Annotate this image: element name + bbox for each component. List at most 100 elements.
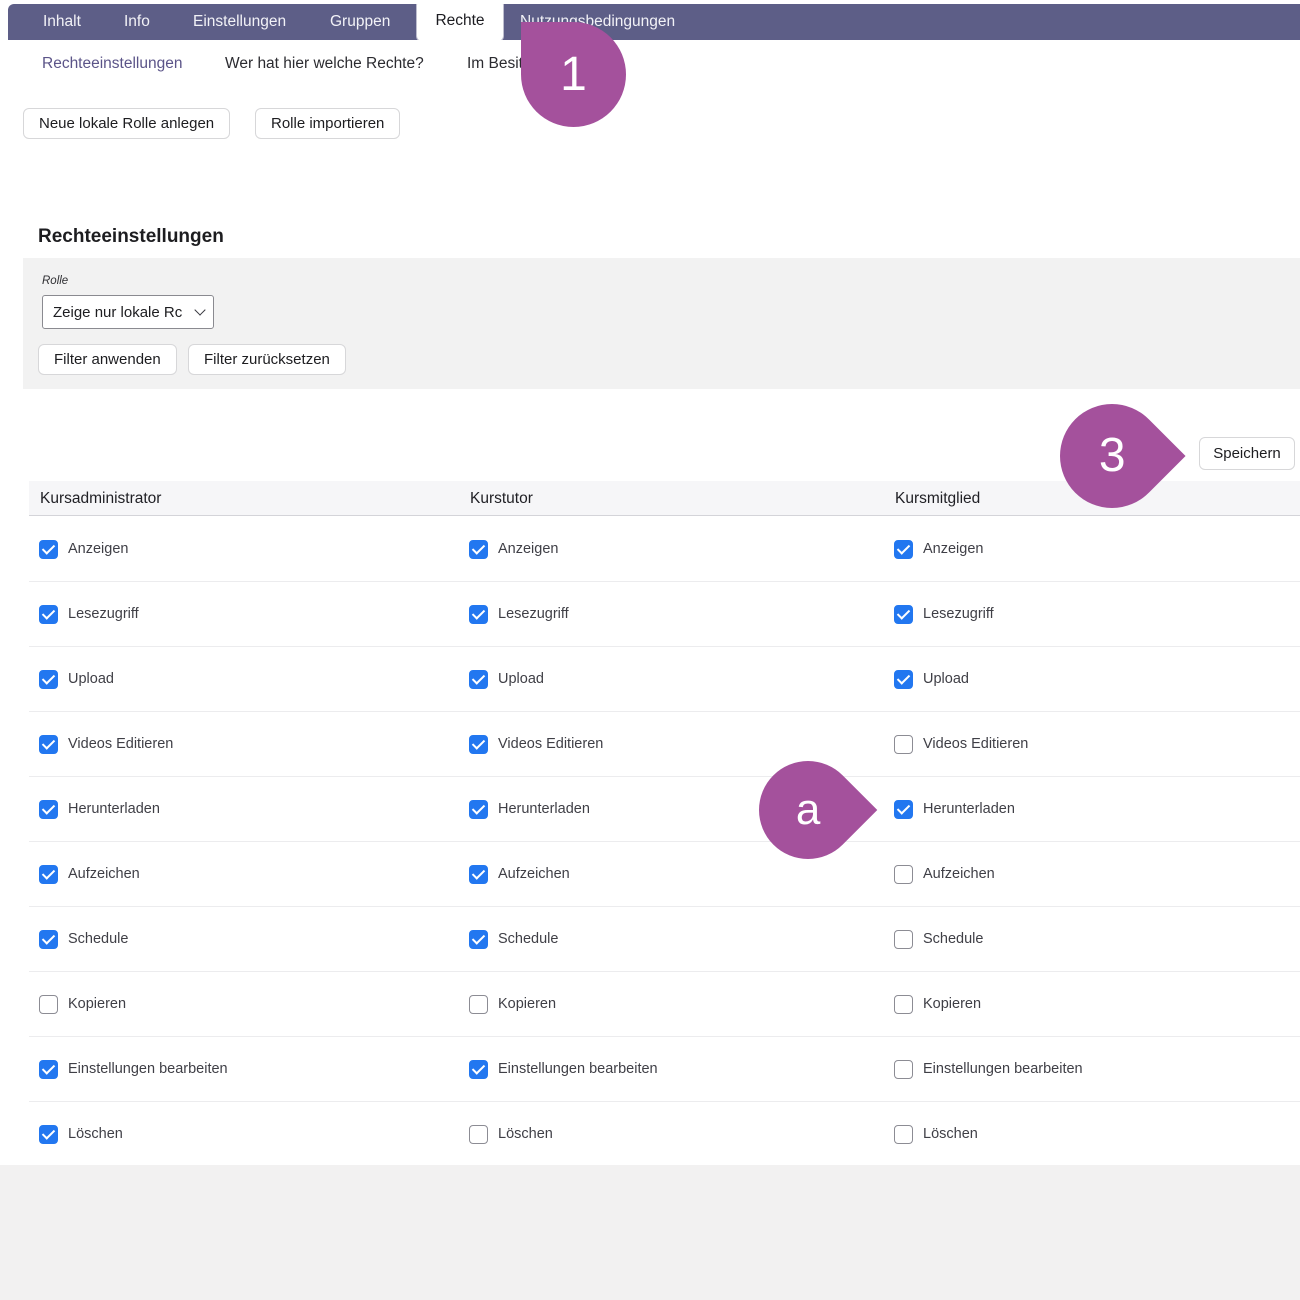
checkbox-kursadministrator-einstellungen-bearbeiten[interactable] (39, 1060, 58, 1079)
checkbox-kurstutor-upload[interactable] (469, 670, 488, 689)
checkbox-kursmitglied-einstellungen-bearbeiten[interactable] (894, 1060, 913, 1079)
checkbox-kursmitglied-videos-editieren[interactable] (894, 735, 913, 754)
role-select-value: Zeige nur lokale Rc (53, 304, 182, 321)
column-header-kurstutor: Kurstutor (470, 481, 533, 516)
permission-cell-kursmitglied-kopieren: Kopieren (894, 972, 981, 1036)
permission-cell-kursmitglied-videos-editieren: Videos Editieren (894, 712, 1028, 776)
nav-tab-einstellungen[interactable]: Einstellungen (193, 4, 286, 40)
nav-tab-info[interactable]: Info (124, 4, 150, 40)
permission-row-schedule: Schedule Schedule Schedule (29, 907, 1300, 972)
permission-cell-kursadministrator-herunterladen: Herunterladen (39, 777, 160, 841)
checkbox-kursmitglied-upload[interactable] (894, 670, 913, 689)
permission-label-upload: Upload (923, 671, 969, 687)
role-select[interactable]: Zeige nur lokale Rc (42, 295, 214, 329)
permission-row-anzeigen: AnzeigenAnzeigenAnzeigen (29, 517, 1300, 582)
checkbox-kursadministrator-schedule[interactable] (39, 930, 58, 949)
annotation-callout-1-label: 1 (560, 51, 587, 99)
permission-cell-kurstutor-aufzeichen: Aufzeichen (469, 842, 570, 906)
checkbox-kursmitglied-lesezugriff[interactable] (894, 605, 913, 624)
permission-cell-kursmitglied-anzeigen: Anzeigen (894, 517, 983, 581)
checkbox-kurstutor-aufzeichen[interactable] (469, 865, 488, 884)
permission-label-kopieren: Kopieren (923, 996, 981, 1012)
permission-label-aufzeichen: Aufzeichen (923, 866, 995, 882)
nav-tab-gruppen[interactable]: Gruppen (330, 4, 390, 40)
permission-label-kopieren: Kopieren (68, 996, 126, 1012)
permission-label-kopieren: Kopieren (498, 996, 556, 1012)
permission-cell-kurstutor-schedule: Schedule (469, 907, 558, 971)
permission-row-aufzeichen: Aufzeichen Aufzeichen Aufzeichen (29, 842, 1300, 907)
permission-label-videos-editieren: Videos Editieren (923, 736, 1028, 752)
reset-filter-button[interactable]: Filter zurücksetzen (188, 344, 346, 375)
import-role-button[interactable]: Rolle importieren (255, 108, 400, 139)
column-header-kursadministrator: Kursadministrator (40, 481, 161, 516)
permission-label-herunterladen: Herunterladen (923, 801, 1015, 817)
subnav-item-wer-hat-hier-welche-rechte[interactable]: Wer hat hier welche Rechte? (225, 50, 424, 78)
checkbox-kursadministrator-videos-editieren[interactable] (39, 735, 58, 754)
top-navigation-bar: InhaltInfoEinstellungenGruppenRechteNutz… (8, 4, 1300, 40)
checkbox-kursadministrator-upload[interactable] (39, 670, 58, 689)
checkbox-kurstutor-herunterladen[interactable] (469, 800, 488, 819)
page: InhaltInfoEinstellungenGruppenRechteNutz… (0, 0, 1300, 1300)
permission-cell-kursmitglied-herunterladen: Herunterladen (894, 777, 1015, 841)
checkbox-kursmitglied-aufzeichen[interactable] (894, 865, 913, 884)
nav-tab-inhalt[interactable]: Inhalt (43, 4, 81, 40)
sub-navigation: Rechteeinstellungen Wer hat hier welche R… (0, 50, 1300, 78)
checkbox-kursmitglied-kopieren[interactable] (894, 995, 913, 1014)
permission-label-anzeigen: Anzeigen (923, 541, 983, 557)
new-local-role-button[interactable]: Neue lokale Rolle anlegen (23, 108, 230, 139)
permission-cell-kurstutor-videos-editieren: Videos Editieren (469, 712, 603, 776)
permission-row-herunterladen: Herunterladen Herunterladen Herunterladen (29, 777, 1300, 842)
permission-cell-kursmitglied-upload: Upload (894, 647, 969, 711)
permission-cell-kursadministrator-upload: Upload (39, 647, 114, 711)
role-filter-label: Rolle (42, 275, 68, 287)
permission-cell-kursmitglied-schedule: Schedule (894, 907, 983, 971)
permission-cell-kursadministrator-lesezugriff: Lesezugriff (39, 582, 139, 646)
annotation-callout-a-label: a (796, 788, 820, 832)
footer-strip (0, 1165, 1300, 1300)
permission-cell-kursmitglied-lesezugriff: Lesezugriff (894, 582, 994, 646)
checkbox-kurstutor-l-schen[interactable] (469, 1125, 488, 1144)
checkbox-kurstutor-lesezugriff[interactable] (469, 605, 488, 624)
permission-cell-kursadministrator-aufzeichen: Aufzeichen (39, 842, 140, 906)
checkbox-kursadministrator-anzeigen[interactable] (39, 540, 58, 559)
checkbox-kursmitglied-herunterladen[interactable] (894, 800, 913, 819)
checkbox-kursadministrator-kopieren[interactable] (39, 995, 58, 1014)
permission-cell-kurstutor-lesezugriff: Lesezugriff (469, 582, 569, 646)
permission-label-lesezugriff: Lesezugriff (68, 606, 139, 622)
checkbox-kursadministrator-l-schen[interactable] (39, 1125, 58, 1144)
permission-cell-kursmitglied-einstellungen-bearbeiten: Einstellungen bearbeiten (894, 1037, 1083, 1101)
permission-row-einstellungen-bearbeiten: Einstellungen bearbeiten Einstellungen be… (29, 1037, 1300, 1102)
save-button[interactable]: Speichern (1199, 437, 1295, 470)
permission-label-upload: Upload (498, 671, 544, 687)
permission-row-l-schen: LöschenLöschenLöschen (29, 1102, 1300, 1167)
permission-cell-kursadministrator-schedule: Schedule (39, 907, 128, 971)
checkbox-kursadministrator-herunterladen[interactable] (39, 800, 58, 819)
nav-tab-rechte[interactable]: Rechte (417, 0, 503, 41)
checkbox-kursmitglied-schedule[interactable] (894, 930, 913, 949)
permission-label-schedule: Schedule (923, 931, 983, 947)
permission-label-herunterladen: Herunterladen (498, 801, 590, 817)
checkbox-kursmitglied-anzeigen[interactable] (894, 540, 913, 559)
page-title: Rechteeinstellungen (38, 226, 224, 248)
checkbox-kursadministrator-aufzeichen[interactable] (39, 865, 58, 884)
permission-row-kopieren: Kopieren Kopieren Kopieren (29, 972, 1300, 1037)
checkbox-kursmitglied-l-schen[interactable] (894, 1125, 913, 1144)
permission-cell-kursadministrator-anzeigen: Anzeigen (39, 517, 128, 581)
permission-cell-kursadministrator-kopieren: Kopieren (39, 972, 126, 1036)
subnav-item-rechteeinstellungen[interactable]: Rechteeinstellungen (42, 50, 182, 78)
annotation-callout-3-label: 3 (1099, 432, 1126, 480)
permission-label-schedule: Schedule (498, 931, 558, 947)
checkbox-kurstutor-schedule[interactable] (469, 930, 488, 949)
apply-filter-button[interactable]: Filter anwenden (38, 344, 177, 375)
permission-label-einstellungen-bearbeiten: Einstellungen bearbeiten (68, 1061, 228, 1077)
filter-panel: Rolle Zeige nur lokale Rc Filter anwende… (23, 258, 1300, 389)
checkbox-kursadministrator-lesezugriff[interactable] (39, 605, 58, 624)
permission-label-herunterladen: Herunterladen (68, 801, 160, 817)
checkbox-kurstutor-videos-editieren[interactable] (469, 735, 488, 754)
permission-label-l-schen: Löschen (923, 1126, 978, 1142)
permission-cell-kurstutor-upload: Upload (469, 647, 544, 711)
checkbox-kurstutor-einstellungen-bearbeiten[interactable] (469, 1060, 488, 1079)
permission-cell-kursmitglied-aufzeichen: Aufzeichen (894, 842, 995, 906)
checkbox-kurstutor-kopieren[interactable] (469, 995, 488, 1014)
checkbox-kurstutor-anzeigen[interactable] (469, 540, 488, 559)
